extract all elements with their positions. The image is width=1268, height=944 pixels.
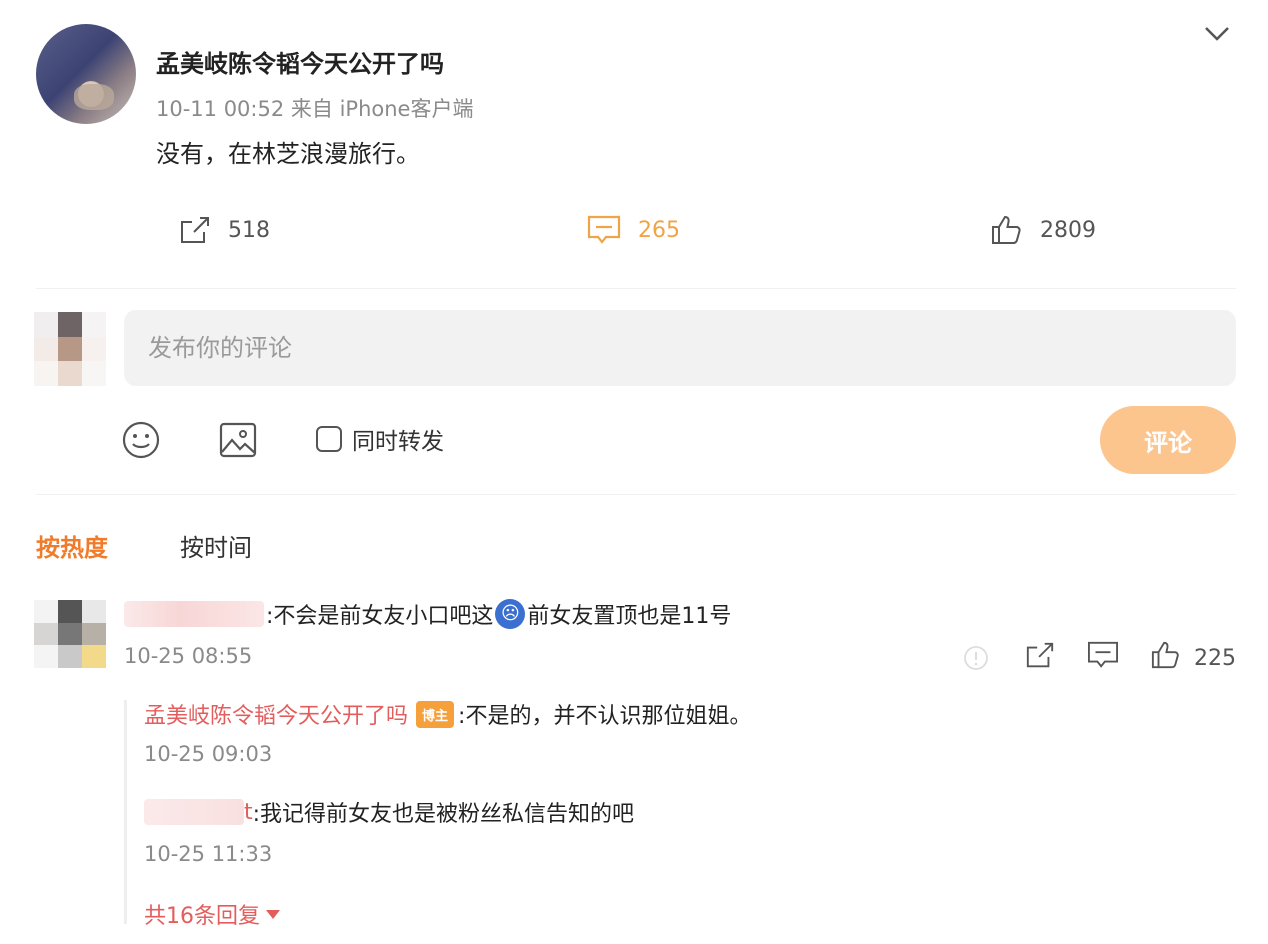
comment-like-button[interactable]: 225 — [1150, 640, 1236, 676]
comment-time: 10-25 08:55 — [124, 644, 253, 668]
reply-text: :我记得前女友也是被粉丝私信告知的吧 — [252, 802, 635, 827]
triangle-down-icon — [266, 909, 280, 919]
post-author-name[interactable]: 孟美岐陈令韬今天公开了吗 — [156, 44, 444, 79]
reply-author[interactable]: 孟美岐陈令韬今天公开了吗 — [144, 698, 408, 730]
comment-icon — [586, 214, 622, 246]
reply-author-suffix[interactable]: t — [244, 800, 253, 825]
post-action-bar: 518 265 2809 — [0, 200, 1268, 260]
commenter-avatar[interactable] — [34, 600, 106, 668]
comment-input[interactable] — [124, 310, 1236, 386]
image-icon[interactable] — [218, 420, 258, 460]
thumbs-up-icon — [1150, 640, 1182, 676]
post-meta: 10-11 00:52 来自 iPhone客户端 — [156, 97, 474, 121]
blogger-badge: 博主 — [416, 700, 455, 728]
reply-time: 10-25 09:03 — [144, 742, 273, 766]
repost-icon — [178, 214, 212, 246]
reply-item: 孟美岐陈令韬今天公开了吗 博主 :不是的，并不认识那位姐姐。 — [144, 698, 751, 730]
commenter-name-masked[interactable] — [124, 601, 264, 627]
tab-sort-time[interactable]: 按时间 — [180, 528, 252, 563]
repost-also-label: 同时转发 — [352, 429, 444, 455]
comment-content: :不会是前女友小口吧这 ☹ 前女友置顶也是11号 — [124, 598, 731, 630]
repost-button[interactable]: 518 — [178, 210, 270, 250]
checkbox[interactable] — [316, 426, 342, 452]
reply-thread-line — [124, 700, 127, 924]
reply-text: :不是的，并不认识那位姐姐。 — [458, 704, 752, 729]
crying-emoji-icon: ☹ — [495, 599, 526, 629]
report-icon[interactable] — [962, 640, 990, 676]
comment-text-after: 前女友置顶也是11号 — [527, 604, 732, 629]
tab-sort-hot[interactable]: 按热度 — [36, 528, 108, 563]
like-button[interactable]: 2809 — [990, 210, 1096, 250]
divider — [36, 494, 1236, 495]
comment-icon — [1086, 640, 1120, 676]
emoji-icon[interactable] — [121, 420, 161, 460]
divider — [36, 288, 1236, 289]
my-avatar — [34, 312, 106, 386]
reply-author-masked[interactable] — [144, 799, 244, 825]
comment-repost-button[interactable] — [1024, 640, 1056, 676]
repost-icon — [1024, 640, 1056, 676]
repost-count: 518 — [228, 217, 270, 243]
more-replies-label: 共16条回复 — [144, 904, 260, 929]
comment-count: 265 — [638, 217, 680, 243]
thumbs-up-icon — [990, 214, 1024, 246]
like-count: 2809 — [1040, 217, 1096, 243]
comment-like-count: 225 — [1194, 645, 1236, 671]
post-text: 没有，在林芝浪漫旅行。 — [156, 140, 420, 168]
comment-text-before: :不会是前女友小口吧这 — [266, 604, 494, 629]
post-author-avatar[interactable] — [36, 24, 136, 124]
comment-button[interactable]: 265 — [586, 210, 680, 250]
reply-item: t :我记得前女友也是被粉丝私信告知的吧 — [144, 796, 634, 828]
comment-reply-button[interactable] — [1086, 640, 1120, 676]
reply-time: 10-25 11:33 — [144, 842, 273, 866]
repost-also-checkbox[interactable]: 同时转发 — [316, 422, 444, 456]
submit-comment-button[interactable]: 评论 — [1100, 406, 1236, 474]
more-replies-link[interactable]: 共16条回复 — [144, 898, 280, 930]
chevron-down-icon[interactable] — [1200, 18, 1234, 48]
